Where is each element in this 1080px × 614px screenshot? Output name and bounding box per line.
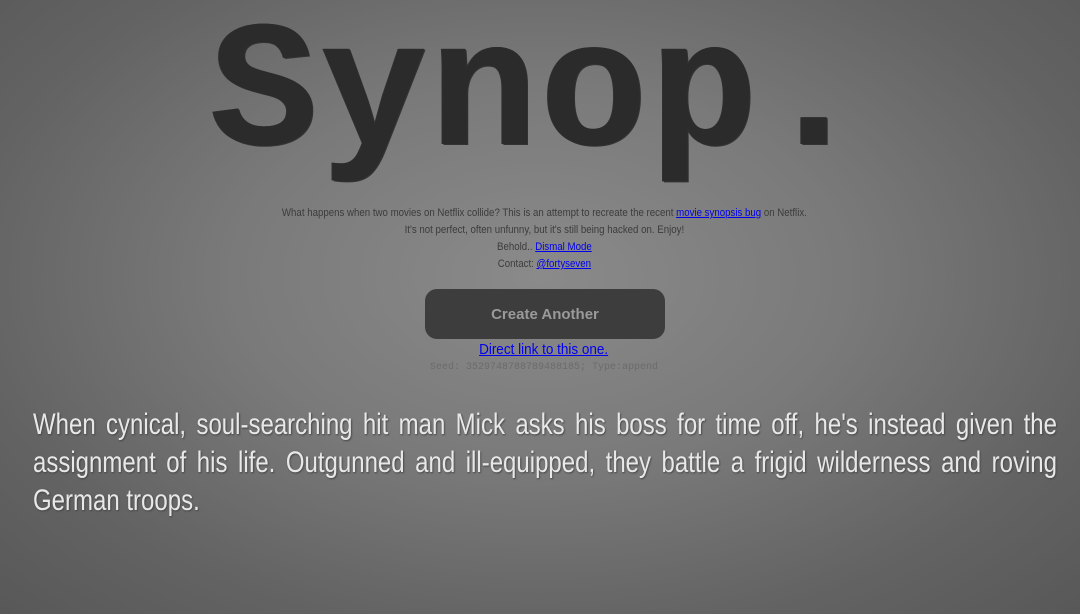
create-another-button[interactable]: Create Another	[425, 289, 665, 339]
intro-text: What happens when two movies on Netflix …	[65, 205, 1024, 273]
synopsis-text: When cynical, soul-searching hit man Mic…	[33, 406, 1057, 520]
contact-label: Contact:	[497, 258, 537, 270]
intro-line-contact: Contact: @fortyseven	[65, 256, 1024, 273]
movie-synopsis-bug-link[interactable]: movie synopsis bug	[676, 207, 761, 219]
intro-description-suffix: on Netflix.	[761, 207, 807, 219]
synopsis-body: When cynical, soul-searching hit man Mic…	[33, 408, 1057, 517]
direct-link[interactable]: Direct link to this one.	[479, 341, 608, 358]
behold-label: Behold..	[497, 241, 536, 253]
seed-info: Seed: 3529748788789488185; Type:append	[429, 362, 659, 373]
intro-line-behold: Behold.. Dismal Mode	[65, 239, 1024, 256]
intro-description-text: What happens when two movies on Netflix …	[281, 207, 677, 219]
dismal-mode-link[interactable]: Dismal Mode	[535, 241, 591, 253]
site-logo: Synop.	[209, 0, 871, 199]
intro-line-description: What happens when two movies on Netflix …	[65, 205, 1024, 222]
intro-line-disclaimer: It's not perfect, often unfunny, but it'…	[404, 224, 685, 236]
direct-link-container: Direct link to this one.	[54, 340, 1033, 360]
contact-link[interactable]: @fortyseven	[537, 258, 591, 270]
